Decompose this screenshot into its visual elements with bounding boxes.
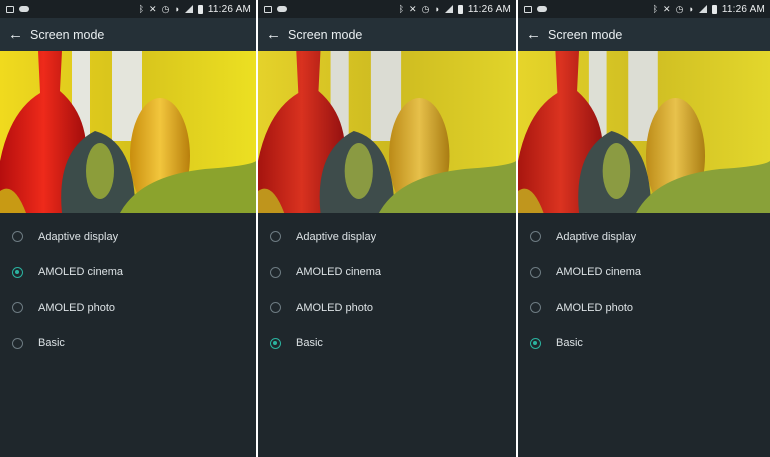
wifi-icon: ◗ [174, 3, 180, 14]
option-amoled-photo[interactable]: AMOLED photo [518, 290, 770, 326]
option-label: Adaptive display [296, 230, 377, 243]
preview-image [0, 51, 256, 213]
bluetooth-icon: ᛒ [652, 3, 659, 14]
radio-button-icon[interactable] [270, 302, 281, 314]
option-amoled-cinema[interactable]: AMOLED cinema [258, 255, 516, 291]
radio-button-icon[interactable] [270, 337, 281, 349]
option-amoled-cinema[interactable]: AMOLED cinema [0, 255, 256, 291]
mute-icon: ✕ [149, 3, 157, 14]
option-adaptive-display[interactable]: Adaptive display [258, 219, 516, 255]
radio-button-icon[interactable] [270, 266, 281, 278]
battery-icon [197, 4, 203, 14]
radio-button-icon[interactable] [12, 266, 23, 278]
phone-screen: ᛒ ✕ ◷ ◗ 11:26 AM ← Screen mode Adaptive … [518, 0, 770, 457]
screen-mode-options: Adaptive display AMOLED cinema AMOLED ph… [518, 213, 770, 361]
option-label: Adaptive display [556, 230, 637, 243]
screen-mode-options: Adaptive display AMOLED cinema AMOLED ph… [0, 213, 256, 361]
mute-icon: ✕ [409, 3, 417, 14]
status-bar: ᛒ ✕ ◷ ◗ 11:26 AM [258, 0, 516, 18]
image-icon [6, 5, 14, 13]
status-bar: ᛒ ✕ ◷ ◗ 11:26 AM [0, 0, 256, 18]
signal-icon [184, 5, 193, 13]
option-label: Basic [296, 337, 323, 350]
option-amoled-photo[interactable]: AMOLED photo [0, 290, 256, 326]
page-title: Screen mode [30, 27, 105, 42]
radio-button-icon[interactable] [12, 302, 23, 314]
bluetooth-icon: ᛒ [398, 3, 405, 14]
radio-button-icon[interactable] [270, 231, 281, 243]
option-basic[interactable]: Basic [518, 326, 770, 362]
radio-button-icon[interactable] [12, 337, 23, 349]
preview-image [518, 51, 770, 213]
app-bar: ← Screen mode [518, 18, 770, 51]
radio-button-icon[interactable] [12, 231, 23, 243]
option-amoled-photo[interactable]: AMOLED photo [258, 290, 516, 326]
option-basic[interactable]: Basic [0, 326, 256, 362]
app-bar: ← Screen mode [258, 18, 516, 51]
image-icon [264, 5, 272, 13]
signal-icon [444, 5, 453, 13]
cloud-icon [537, 6, 547, 12]
option-amoled-cinema[interactable]: AMOLED cinema [518, 255, 770, 291]
radio-button-icon[interactable] [530, 231, 541, 243]
phone-screen: ᛒ ✕ ◷ ◗ 11:26 AM ← Screen mode Adaptive … [0, 0, 256, 457]
mute-icon: ✕ [663, 3, 671, 14]
cloud-icon [277, 6, 287, 12]
preview-image [258, 51, 516, 213]
screen-mode-options: Adaptive display AMOLED cinema AMOLED ph… [258, 213, 516, 361]
back-arrow-icon[interactable]: ← [266, 27, 281, 42]
wifi-icon: ◗ [434, 3, 440, 14]
wifi-icon: ◗ [688, 3, 694, 14]
battery-icon [711, 4, 717, 14]
option-basic[interactable]: Basic [258, 326, 516, 362]
radio-button-icon[interactable] [530, 337, 541, 349]
option-label: Basic [38, 337, 65, 350]
app-bar: ← Screen mode [0, 18, 256, 51]
page-title: Screen mode [288, 27, 363, 42]
battery-icon [457, 4, 463, 14]
option-label: AMOLED cinema [556, 266, 641, 279]
option-label: Adaptive display [38, 230, 119, 243]
option-adaptive-display[interactable]: Adaptive display [0, 219, 256, 255]
status-time: 11:26 AM [721, 3, 765, 15]
radio-button-icon[interactable] [530, 302, 541, 314]
option-adaptive-display[interactable]: Adaptive display [518, 219, 770, 255]
option-label: AMOLED photo [38, 301, 116, 314]
radio-button-icon[interactable] [530, 266, 541, 278]
image-icon [524, 5, 532, 13]
screen-mode-comparison: ᛒ ✕ ◷ ◗ 11:26 AM ← Screen mode Adaptive … [0, 0, 770, 457]
bluetooth-icon: ᛒ [138, 3, 145, 14]
status-time: 11:26 AM [467, 3, 511, 15]
status-bar: ᛒ ✕ ◷ ◗ 11:26 AM [518, 0, 770, 18]
option-label: AMOLED cinema [38, 266, 123, 279]
page-title: Screen mode [548, 27, 623, 42]
option-label: AMOLED cinema [296, 266, 381, 279]
back-arrow-icon[interactable]: ← [8, 27, 23, 42]
option-label: AMOLED photo [296, 301, 374, 314]
cloud-icon [19, 6, 29, 12]
status-time: 11:26 AM [207, 3, 251, 15]
alarm-icon: ◷ [161, 3, 170, 14]
alarm-icon: ◷ [421, 3, 430, 14]
option-label: AMOLED photo [556, 301, 634, 314]
phone-screen: ᛒ ✕ ◷ ◗ 11:26 AM ← Screen mode Adaptive … [258, 0, 516, 457]
alarm-icon: ◷ [675, 3, 684, 14]
option-label: Basic [556, 337, 583, 350]
back-arrow-icon[interactable]: ← [526, 27, 541, 42]
signal-icon [698, 5, 707, 13]
